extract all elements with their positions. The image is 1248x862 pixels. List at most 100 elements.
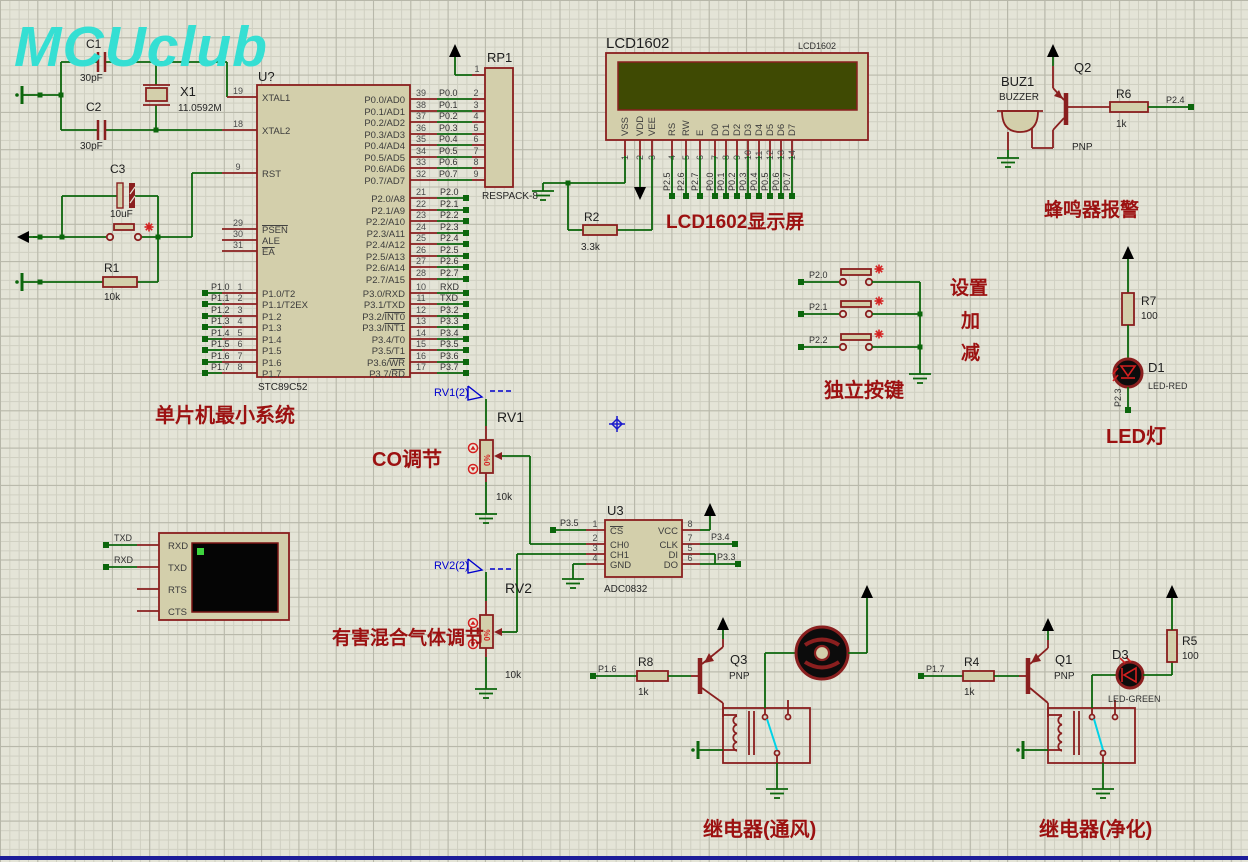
svg-text:3: 3 xyxy=(592,543,597,553)
relay-switch-blade xyxy=(1094,719,1103,750)
buzzer-symbol[interactable] xyxy=(997,111,1043,150)
crystal-x1[interactable]: X1 11.0592M xyxy=(143,84,222,114)
voltage-probe-icon[interactable] xyxy=(468,559,482,573)
adc0832[interactable]: U3 ADC0832 CS1 CH02 CH13 GND4 VCC8 CLK7 … xyxy=(550,503,741,595)
svg-text:39: 39 xyxy=(416,88,426,98)
svg-text:8: 8 xyxy=(473,157,478,167)
svg-text:GND: GND xyxy=(610,560,631,571)
button-actuator-icon[interactable] xyxy=(145,223,154,232)
svg-text:P0.6/AD6: P0.6/AD6 xyxy=(364,164,405,175)
net-p2-4: P2.4 xyxy=(1166,95,1185,105)
rv2-value: 10k xyxy=(505,670,522,681)
resistor-r8[interactable] xyxy=(637,671,668,681)
relay-purify[interactable] xyxy=(1036,700,1135,763)
svg-text:22: 22 xyxy=(416,199,426,209)
button-actuator-icon[interactable] xyxy=(875,265,884,274)
svg-text:P0.4: P0.4 xyxy=(439,134,458,144)
svg-text:P3.7: P3.7 xyxy=(440,362,459,372)
svg-text:P2.2: P2.2 xyxy=(440,210,459,220)
rv1-value: 10k xyxy=(496,492,513,503)
r6-ref: R6 xyxy=(1116,87,1132,101)
led-d1[interactable] xyxy=(1113,359,1142,387)
svg-text:P3.3: P3.3 xyxy=(440,316,459,326)
led-circuit[interactable]: R7 100 P2.3 D1 LED-RED LED灯 xyxy=(1106,246,1188,448)
svg-text:D4: D4 xyxy=(754,124,765,136)
serial-terminal[interactable]: RXD TXD RTS CTS TXD RXD xyxy=(103,533,289,620)
svg-text:P2.6: P2.6 xyxy=(676,172,686,191)
svg-text:P3.5/T1: P3.5/T1 xyxy=(372,346,405,357)
rp1-body[interactable] xyxy=(485,68,513,187)
svg-text:8: 8 xyxy=(687,519,692,529)
reset-circuit[interactable]: C3 10uF R1 10k xyxy=(15,162,222,303)
ground-icon xyxy=(15,273,35,291)
ground-icon xyxy=(766,781,788,798)
resistor-r1[interactable]: R1 10k xyxy=(103,261,137,303)
capacitor-c2[interactable]: C2 30pF xyxy=(80,100,105,152)
buzzer-caption: 蜂鸣器报警 xyxy=(1044,198,1139,221)
svg-text:P2.1/A9: P2.1/A9 xyxy=(371,206,405,217)
resistor-r4[interactable] xyxy=(963,671,994,681)
rv1-pot[interactable]: RV1(2) 0% RV1 10k CO调节 xyxy=(372,386,586,544)
rv2-increase-button[interactable] xyxy=(469,619,478,628)
transistor-q1[interactable]: Q1 PNP xyxy=(1028,640,1075,717)
r7-value: 100 xyxy=(1141,311,1158,322)
net-p2-3: P2.3 xyxy=(1113,388,1123,407)
d1-part: LED-RED xyxy=(1148,381,1188,391)
capacitor-c3[interactable]: C3 10uF xyxy=(110,162,135,220)
q2-ref: Q2 xyxy=(1074,60,1091,75)
logo-text: MCUclub xyxy=(14,15,268,79)
svg-text:D6: D6 xyxy=(776,124,787,136)
schematic-canvas[interactable]: C1 30pF C2 30pF X1 11.0592M C3 10uF R1 1… xyxy=(0,0,1248,862)
svg-text:P3.2: P3.2 xyxy=(440,305,459,315)
key-row-1[interactable]: P2.0 xyxy=(798,265,920,286)
key-row-2[interactable]: P2.1 xyxy=(798,297,920,318)
svg-text:29: 29 xyxy=(233,218,243,228)
lcd-net-labels: P2.5 P2.6 P2.7 P0.0 P0.1 P0.2 P0.3 P0.4 … xyxy=(662,172,792,191)
svg-text:RW: RW xyxy=(681,120,692,136)
svg-text:P3.2/INT0: P3.2/INT0 xyxy=(362,312,405,323)
svg-text:38: 38 xyxy=(416,100,426,110)
svg-text:32: 32 xyxy=(416,169,426,179)
buzzer-circuit[interactable]: BUZ1 BUZZER Q2 PNP R6 1k P2.4 蜂鸣器报警 xyxy=(997,44,1194,221)
voltage-probe-icon[interactable] xyxy=(468,386,482,400)
lcd1602[interactable]: LCD1602 LCD1602 VSS1 VDD2 VEE3 RS4 RW5 E… xyxy=(532,35,868,253)
lcd-model: LCD1602 xyxy=(798,41,836,51)
svg-text:RXD: RXD xyxy=(168,541,188,552)
button-actuator-icon[interactable] xyxy=(875,297,884,306)
rv1-increase-button[interactable] xyxy=(469,444,478,453)
resistor-r2[interactable]: R2 3.3k xyxy=(581,210,617,253)
keys-group[interactable]: P2.0 P2.1 P2.2 设置 加 减 独立按键 xyxy=(798,265,988,403)
fan-motor[interactable] xyxy=(796,627,848,679)
svg-text:P0.5: P0.5 xyxy=(439,146,458,156)
svg-text:P3.7/RD: P3.7/RD xyxy=(369,369,405,380)
svg-text:P1.7: P1.7 xyxy=(262,369,282,380)
svg-text:D1: D1 xyxy=(721,124,732,136)
svg-text:P0.7/AD7: P0.7/AD7 xyxy=(364,176,405,187)
transistor-q3[interactable]: Q3 PNP xyxy=(700,639,750,717)
relay-fan-circuit[interactable]: P1.6 R8 1k Q3 PNP 继电器(通风) xyxy=(590,585,873,841)
transistor-q2[interactable]: Q2 PNP xyxy=(1032,60,1110,153)
key-row-3[interactable]: P2.2 xyxy=(798,330,920,351)
respack-rp1[interactable]: RP1 RESPACK-8 1 xyxy=(449,44,538,202)
svg-text:P3.6: P3.6 xyxy=(440,351,459,361)
lcd-caption: LCD1602显示屏 xyxy=(666,211,804,233)
svg-text:23: 23 xyxy=(416,210,426,220)
svg-text:P0.3/AD3: P0.3/AD3 xyxy=(364,130,405,141)
r2-ref: R2 xyxy=(584,210,600,224)
relay-fan[interactable] xyxy=(711,700,810,763)
rv2-pot[interactable]: RV2(2) 0% RV2 10k 有害混合气体调节 xyxy=(332,554,586,698)
svg-text:P0.2/AD2: P0.2/AD2 xyxy=(364,118,405,129)
resistor-r7[interactable] xyxy=(1122,293,1134,325)
gas-caption: 有害混合气体调节 xyxy=(332,626,484,649)
svg-text:P0.1: P0.1 xyxy=(716,172,726,191)
net-txd: TXD xyxy=(114,533,133,543)
resistor-r5[interactable] xyxy=(1167,630,1177,662)
power-icon xyxy=(1047,44,1059,66)
svg-text:33: 33 xyxy=(416,157,426,167)
svg-text:P0.0: P0.0 xyxy=(439,88,458,98)
mcu-stc89c52[interactable]: U? STC89C52 XTAL119 XTAL218 RST9 PSEN29 … xyxy=(155,69,485,427)
relay-purify-circuit[interactable]: P1.7 R4 1k Q1 PNP D3 LED-GREEN R5 100 xyxy=(918,585,1199,841)
resistor-r6[interactable]: R6 1k xyxy=(1110,87,1148,130)
button-actuator-icon[interactable] xyxy=(875,330,884,339)
rv1-decrease-button[interactable] xyxy=(469,465,478,474)
